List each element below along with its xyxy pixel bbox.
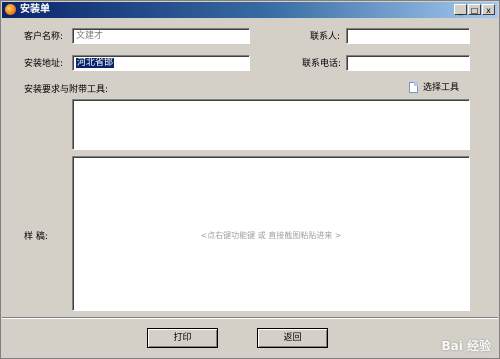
window-title: 安装单 [20,4,50,15]
requirements-label: 安装要求与附带工具: [24,85,109,95]
maximize-button[interactable]: □ [468,4,481,15]
back-button[interactable]: 返回 [257,328,328,348]
footer-divider [2,317,498,319]
requirements-textarea[interactable] [72,99,470,150]
customer-name-field[interactable]: 文建才 [72,28,250,44]
select-tool-link[interactable]: 选择工具 [423,82,459,94]
install-address-field[interactable]: 河北省邯 [72,55,250,71]
document-icon[interactable] [409,82,418,93]
install-order-window: 安装单 _ □ x 客户名称: 文建才 联系人: 安装地址: 河北省邯 联系电话… [0,0,500,359]
contact-person-label: 联系人: [310,32,341,42]
title-bar[interactable]: 安装单 _ □ x [2,2,498,18]
contact-person-field[interactable] [346,28,470,44]
sample-paste-hint: <点右键功能键 或 直接截图粘贴进来 > [200,231,342,240]
sample-label: 样 稿: [24,232,48,242]
sample-paste-area[interactable]: <点右键功能键 或 直接截图粘贴进来 > [72,156,470,311]
minimize-button[interactable]: _ [454,4,467,15]
address-selected-text: 河北省邯 [76,58,115,68]
install-address-label: 安装地址: [24,59,64,69]
contact-phone-field[interactable] [346,55,470,71]
print-button[interactable]: 打印 [147,328,218,348]
baidu-watermark: Bai 经验 [441,339,491,353]
app-icon [5,4,16,15]
contact-phone-label: 联系电话: [302,59,342,69]
customer-name-label: 客户名称: [24,32,64,42]
close-button[interactable]: x [482,4,495,15]
